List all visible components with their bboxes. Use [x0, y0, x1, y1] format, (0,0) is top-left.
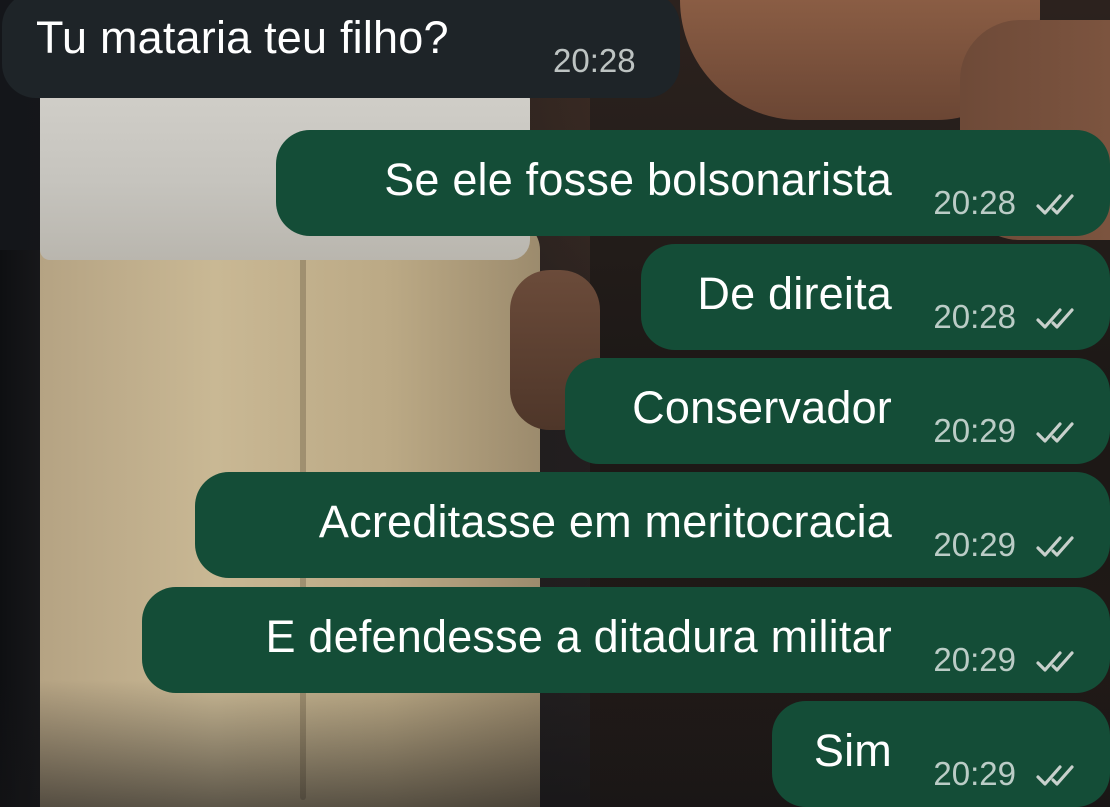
message-timestamp: 20:29 — [933, 526, 1016, 563]
read-ticks-icon — [1036, 763, 1080, 789]
message-text: Se ele fosse bolsonarista — [384, 154, 892, 205]
outgoing-message-bubble[interactable]: De direita 20:28 — [641, 244, 1110, 350]
message-timestamp: 20:28 — [553, 42, 636, 79]
outgoing-message-bubble[interactable]: Acreditasse em meritocracia 20:29 — [195, 472, 1110, 578]
message-timestamp: 20:28 — [933, 298, 1016, 335]
read-ticks-icon — [1036, 534, 1080, 560]
message-timestamp: 20:29 — [933, 412, 1016, 449]
read-ticks-icon — [1036, 306, 1080, 332]
outgoing-message-bubble[interactable]: E defendesse a ditadura militar 20:29 — [142, 587, 1110, 693]
message-text: Tu mataria teu filho? — [36, 12, 449, 63]
read-ticks-icon — [1036, 192, 1080, 218]
read-ticks-icon — [1036, 420, 1080, 446]
message-timestamp: 20:29 — [933, 641, 1016, 678]
outgoing-message-bubble[interactable]: Sim 20:29 — [772, 701, 1110, 807]
message-text: Acreditasse em meritocracia — [318, 496, 892, 547]
incoming-message-bubble[interactable]: Tu mataria teu filho? 20:28 — [2, 0, 680, 98]
message-timestamp: 20:29 — [933, 755, 1016, 792]
message-text: Conservador — [632, 382, 892, 433]
outgoing-message-bubble[interactable]: Conservador 20:29 — [565, 358, 1110, 464]
message-text: Sim — [813, 725, 892, 776]
outgoing-message-bubble[interactable]: Se ele fosse bolsonarista 20:28 — [276, 130, 1110, 236]
read-ticks-icon — [1036, 649, 1080, 675]
message-text: E defendesse a ditadura militar — [265, 611, 892, 662]
message-text: De direita — [697, 268, 892, 319]
message-timestamp: 20:28 — [933, 184, 1016, 221]
